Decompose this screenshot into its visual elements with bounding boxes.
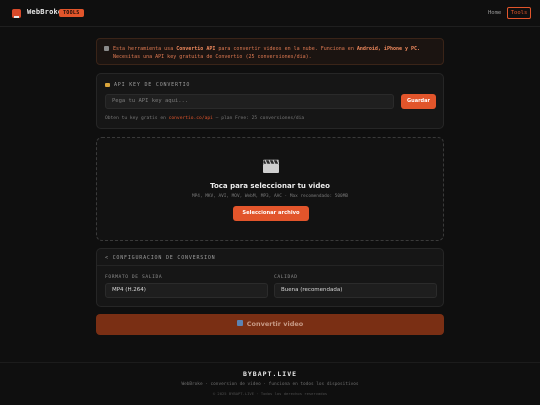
api-key-title: API KEY DE CONVERTIO — [114, 82, 191, 88]
footer-divider — [0, 362, 540, 363]
notice-api-name: Convertio API — [176, 46, 216, 52]
info-notice: Esta herramienta usa Convertio API para … — [96, 38, 444, 65]
api-key-card: API KEY DE CONVERTIO Pega tu API key aqu… — [96, 73, 444, 129]
api-key-hint: Obten tu key gratis en convertio.co/api … — [105, 116, 304, 121]
api-key-input[interactable]: Pega tu API key aqui... — [105, 94, 394, 109]
api-hint-prefix: Obten tu key gratis en — [105, 116, 169, 121]
api-hint-suffix: — plan Free: 25 conversiones/dia — [212, 116, 305, 121]
nav-tools-button[interactable]: Tools — [507, 7, 531, 19]
save-api-key-button[interactable]: Guardar — [401, 94, 436, 109]
quality-label: CALIDAD — [274, 275, 298, 280]
brand-badge: TOOLS — [59, 9, 84, 17]
notice-mid: para convertir videos en la nube. Funcio… — [215, 46, 357, 52]
convert-video-button[interactable]: Convertir video — [96, 314, 444, 335]
key-icon — [105, 83, 110, 87]
upload-title: Toca para seleccionar tu video — [210, 182, 330, 190]
brand-name[interactable]: WebBroke — [27, 8, 62, 16]
convert-label: Convertir video — [246, 320, 304, 328]
config-title[interactable]: < CONFIGURACION DE CONVERSION — [105, 255, 216, 261]
select-file-button[interactable]: Seleccionar archivo — [233, 206, 309, 221]
notice-prefix: Esta herramienta usa — [113, 46, 177, 52]
top-bar: WebBroke TOOLS Home Tools — [0, 0, 540, 27]
output-format-select[interactable]: MP4 (H.264) — [105, 283, 268, 298]
logo-icon — [12, 9, 21, 18]
notice-text: Esta herramienta usa Convertio API para … — [113, 45, 439, 61]
format-label: FORMATO DE SALIDA — [105, 275, 163, 280]
notice-line2: Necesitas una API key gratuita de Conver… — [113, 54, 312, 60]
quality-select[interactable]: Buena (recomendada) — [274, 283, 437, 298]
clapperboard-icon — [263, 159, 279, 173]
footer-subtitle: WebBroke · conversion de video · funcion… — [181, 382, 359, 387]
info-icon — [104, 46, 109, 51]
convert-icon — [236, 320, 243, 326]
config-divider — [97, 265, 443, 266]
nav-home-link[interactable]: Home — [488, 10, 501, 16]
file-drop-zone[interactable]: Toca para seleccionar tu video MP4, MKV,… — [96, 137, 444, 241]
upload-formats: MP4, MKV, AVI, MOV, WebM, MP3, AAC · Max… — [192, 194, 348, 199]
footer-copyright: © 2025 BYBAPT.LIVE · Todos los derechos … — [212, 391, 328, 396]
conversion-config-card: < CONFIGURACION DE CONVERSION FORMATO DE… — [96, 248, 444, 307]
footer-brand[interactable]: BYBAPT.LIVE — [0, 370, 540, 378]
convertio-api-link[interactable]: convertio.co/api — [169, 116, 213, 121]
notice-platforms: Android, iPhone y PC. — [356, 46, 421, 52]
